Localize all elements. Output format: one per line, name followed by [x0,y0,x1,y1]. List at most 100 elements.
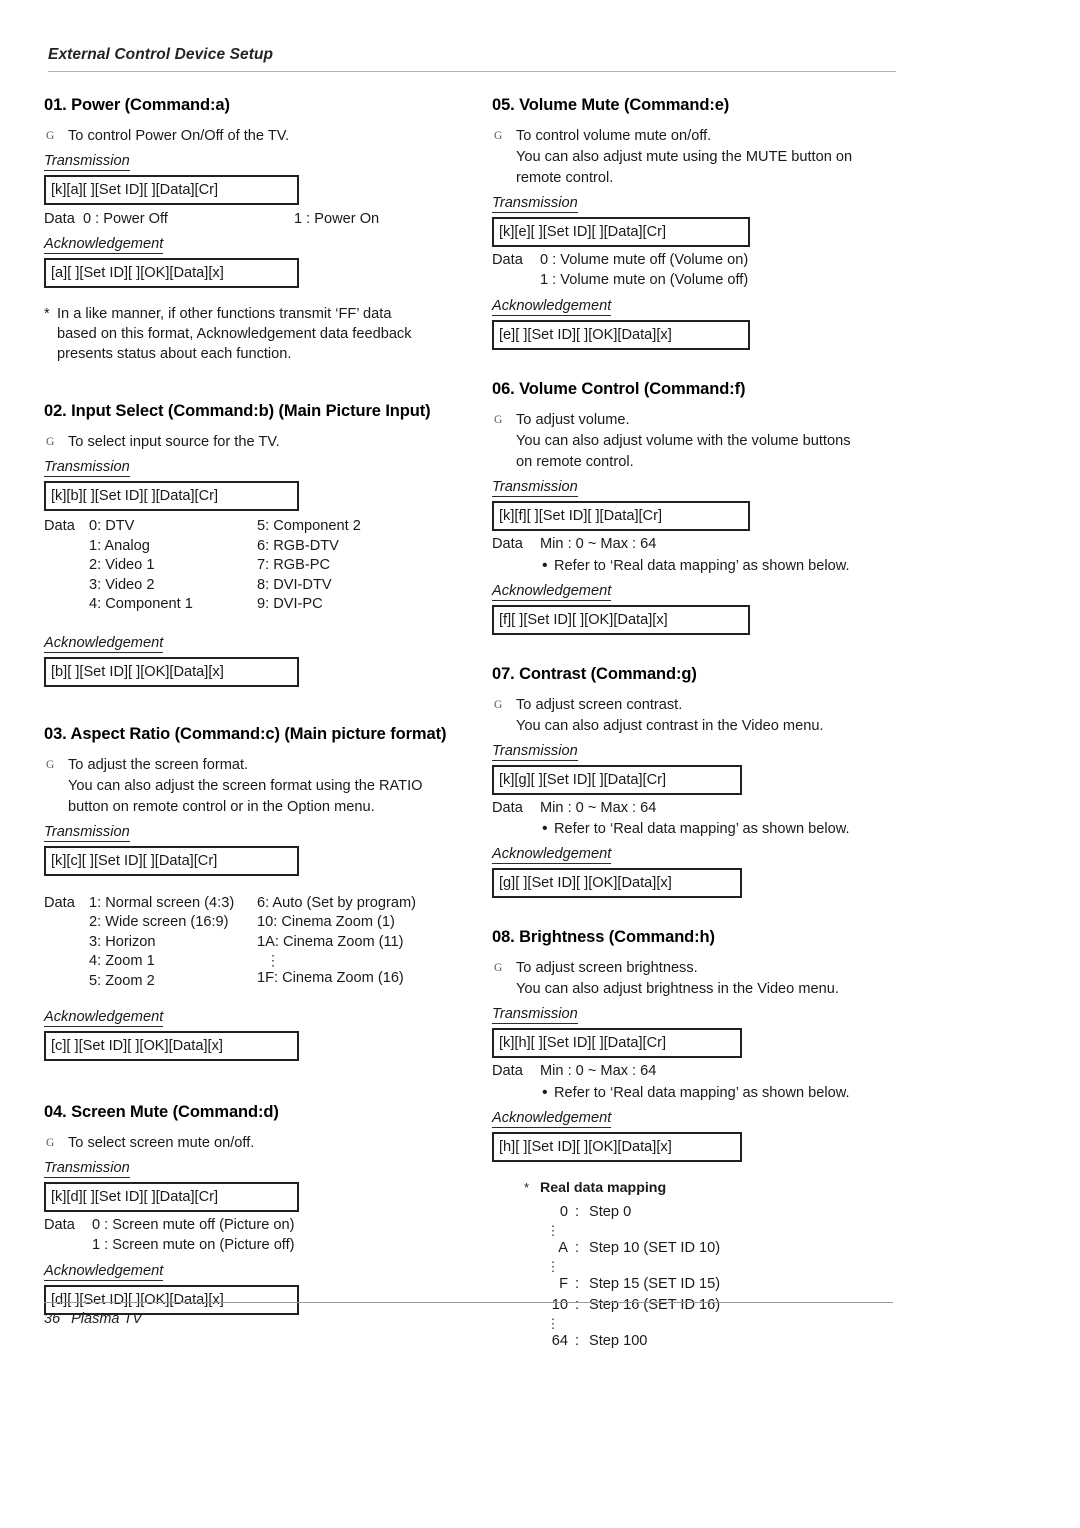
section-power-description: G To control Power On/Off of the TV. [44,126,464,147]
mapping-separator: : [575,1239,580,1256]
data-label: Data [492,252,523,268]
data-label: Data [492,1063,523,1079]
mapping-code: F [559,1275,568,1292]
screen-mute-data-row: 1 : Screen mute on (Picture off) [44,1236,464,1256]
mapping-value: Step 0 [589,1203,632,1220]
volume-mute-desc-line-3: remote control. [516,170,614,186]
contrast-transmission-code: [k][g][ ][Set ID][ ][Data][Cr] [492,764,742,795]
real-data-mapping-title-row: * Real data mapping [524,1180,912,1196]
aspect-ratio-option: 2: Wide screen (16:9) [89,914,229,930]
brightness-ack-code: [h][ ][Set ID][ ][OK][Data][x] [492,1131,742,1162]
section-input-select: 02. Input Select (Command:b) (Main Pictu… [44,402,464,687]
power-note: * In a like manner, if other functions t… [44,304,464,364]
section-brightness-description: G To adjust screen brightness. You can a… [492,958,912,1000]
brightness-refer-text: Refer to ‘Real data mapping’ as shown be… [554,1084,850,1101]
power-data-label-and-first: Data 0 : Power Off [44,209,294,229]
section-contrast-title: 07. Contrast (Command:g) [492,664,697,683]
volume-control-ack-code: [f][ ][Set ID][ ][OK][Data][x] [492,604,750,635]
transmission-label: Transmission [492,479,578,497]
contrast-data-range: Min : 0 ~ Max : 64 [540,799,657,816]
power-data-second: 1 : Power On [294,211,380,227]
brightness-data-range: Min : 0 ~ Max : 64 [540,1063,657,1079]
section-volume-mute-title: 05. Volume Mute (Command:e) [492,96,730,114]
aspect-ratio-option: 5: Zoom 2 [89,972,155,989]
round-bullet-icon: • [542,1083,548,1101]
header-title: External Control Device Setup [48,46,274,63]
input-select-option: 9: DVI-PC [257,596,323,612]
section-volume-mute-desc-text: To control volume mute on/off. You can a… [516,126,852,189]
section-aspect-ratio-title: 03. Aspect Ratio (Command:c) (Main pictu… [44,724,447,743]
aspect-ratio-desc-line-3: button on remote control or in the Optio… [68,798,375,815]
screen-mute-data-line-2: 1 : Screen mute on (Picture off) [92,1236,295,1253]
input-select-option: 1: Analog [89,537,150,554]
real-data-mapping-title: Real data mapping [540,1179,667,1196]
section-aspect-ratio-desc-text: To adjust the screen format. You can als… [68,755,423,818]
vertical-ellipsis-icon: ⋮ [266,952,280,968]
data-label: Data [44,211,75,227]
arrow-bullet-icon: G [494,130,503,142]
section-input-select-desc-text: To select input source for the TV. [68,434,280,450]
input-select-ack-code: [b][ ][Set ID][ ][OK][Data][x] [44,656,299,687]
arrow-bullet-icon: G [494,414,503,426]
power-ack-code: [a][ ][Set ID][ ][OK][Data][x] [44,258,299,288]
section-brightness-title: 08. Brightness (Command:h) [492,928,715,946]
power-data-first: 0 : Power Off [82,211,168,227]
volume-mute-data-row: Data 0 : Volume mute off (Volume on) [492,251,912,271]
data-label-spacer [44,1236,92,1256]
input-select-option: 6: RGB-DTV [257,537,339,554]
brightness-desc-line-2: You can also adjust brightness in the Vi… [516,981,839,997]
volume-mute-data-line-2: 1 : Volume mute on (Volume off) [540,271,749,288]
arrow-bullet-icon: G [46,758,55,771]
power-note-line-3: presents status about each function. [57,346,292,362]
round-bullet-icon: • [542,820,548,837]
acknowledgement-label: Acknowledgement [44,236,164,254]
aspect-ratio-data-column-b: 6: Auto (Set by program) 10: Cinema Zoom… [257,894,464,992]
contrast-data-row: Data Min : 0 ~ Max : 64 [492,799,912,819]
brightness-refer-note: • Refer to ‘Real data mapping’ as shown … [542,1083,912,1103]
volume-control-data-range: Min : 0 ~ Max : 64 [540,536,657,552]
section-input-select-title: 02. Input Select (Command:b) (Main Pictu… [44,402,431,420]
real-data-mapping-row: 64 : Step 100 [538,1331,912,1352]
screen-mute-data-row: Data 0 : Screen mute off (Picture on) [44,1216,464,1236]
brightness-desc-line-1: To adjust screen brightness. [516,960,698,976]
mapping-separator: : [575,1203,580,1220]
input-select-transmission-code: [k][b][ ][Set ID][ ][Data][Cr] [44,481,299,511]
section-contrast-desc-text: To adjust screen contrast. You can also … [516,695,824,737]
acknowledgement-label: Acknowledgement [492,582,612,601]
volume-mute-ack-code: [e][ ][Set ID][ ][OK][Data][x] [492,320,750,350]
power-note-line-2: based on this format, Acknowledgement da… [57,326,412,342]
transmission-label: Transmission [44,153,130,171]
input-select-option: 3: Video 2 [89,576,155,593]
real-data-mapping-row: F : Step 15 (SET ID 15) [538,1274,912,1295]
mapping-code: A [558,1239,568,1256]
vertical-ellipsis-icon: ⋮ [546,1222,560,1238]
input-select-option: 2: Video 1 [89,557,155,573]
mapping-value: Step 15 (SET ID 15) [589,1275,721,1292]
volume-control-desc-line-3: on remote control. [516,454,634,470]
brightness-transmission-code: [k][h][ ][Set ID][ ][Data][Cr] [492,1028,742,1058]
input-select-option: 5: Component 2 [257,518,361,534]
section-contrast: 07. Contrast (Command:g) G To adjust scr… [492,664,912,898]
section-contrast-description: G To adjust screen contrast. You can als… [492,695,912,737]
header-divider [48,71,896,72]
input-select-data-column-b: 5: Component 2 6: RGB-DTV 7: RGB-PC 8: D… [257,517,464,615]
product-name: Plasma TV [71,1311,143,1327]
volume-control-transmission-code: [k][f][ ][Set ID][ ][Data][Cr] [492,501,750,531]
arrow-bullet-icon: G [46,436,55,448]
data-label-spacer [492,271,540,291]
page-number: 36 [44,1311,61,1327]
input-select-data-column-a: 0: DTV 1: Analog 2: Video 1 3: Video 2 4… [89,517,257,615]
power-note-body: In a like manner, if other functions tra… [57,304,464,364]
mapping-separator: : [575,1275,580,1292]
section-volume-control: 06. Volume Control (Command:f) G To adju… [492,380,912,635]
screen-mute-data-line-1: 0 : Screen mute off (Picture on) [92,1217,295,1233]
transmission-label: Transmission [492,195,578,213]
data-label: Data [44,894,75,911]
section-power-desc-text: To control Power On/Off of the TV. [68,128,290,144]
section-volume-control-title: 06. Volume Control (Command:f) [492,380,746,398]
real-data-mapping-row: A : Step 10 (SET ID 10) [538,1238,912,1259]
round-bullet-icon: • [542,556,548,574]
data-label: Data [44,1217,75,1233]
acknowledgement-label: Acknowledgement [492,298,612,316]
power-transmission-code: [k][a][ ][Set ID][ ][Data][Cr] [44,175,299,205]
